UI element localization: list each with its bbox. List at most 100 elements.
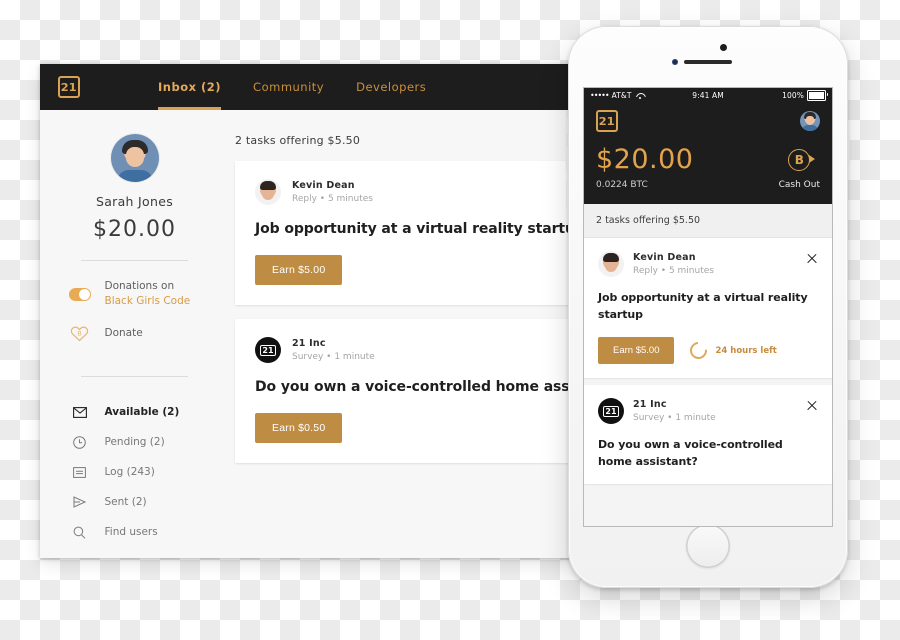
balance-row: $20.00 0.0224 BTC B Cash Out <box>596 146 820 190</box>
task-card[interactable]: Kevin Dean Reply • 5 minutes Job opportu… <box>235 161 575 305</box>
task-card[interactable]: 21 21 Inc Survey • 1 minute Do you own a… <box>235 319 575 463</box>
sidebar-item-log[interactable]: Log (243) <box>69 457 201 487</box>
task-title: Do you own a voice-controlled home assis… <box>255 379 575 395</box>
task-card-header: Kevin Dean Reply • 5 minutes <box>255 179 555 205</box>
sidebar-item-sent[interactable]: Sent (2) <box>69 487 201 517</box>
volume-down-button[interactable] <box>566 182 569 208</box>
signal-strength-icon: ••••• <box>590 90 610 100</box>
sender-meta: Survey • 1 minute <box>292 352 375 362</box>
heart-bitcoin-icon: B <box>69 325 91 342</box>
sidebar-item-pending[interactable]: Pending (2) <box>69 427 201 457</box>
balance-btc: 0.0224 BTC <box>596 180 648 190</box>
donations-label: Donations on <box>104 280 175 292</box>
earn-button[interactable]: Earn $0.50 <box>255 413 343 443</box>
kevin-dean-avatar <box>598 251 624 277</box>
expiry-timer: 24 hours left <box>687 338 777 363</box>
divider-2 <box>81 376 188 378</box>
desktop-navbar: 21 Inbox (2) Community Developers <box>40 64 575 110</box>
tab-inbox[interactable]: Inbox (2) <box>158 64 222 110</box>
timer-label: 24 hours left <box>715 345 777 356</box>
sidebar-nav: Available (2) Pending (2) Log (243) Sent… <box>69 397 201 547</box>
status-right: 100% <box>782 89 828 101</box>
bitcoin-cashout-icon: B <box>788 149 816 171</box>
feed-summary: 2 tasks offering $5.50 <box>235 134 361 147</box>
sidebar-item-label: Sent (2) <box>104 496 147 509</box>
close-icon[interactable] <box>806 400 818 412</box>
sender-meta: Reply • 5 minutes <box>292 194 373 204</box>
toggle-switch-icon[interactable] <box>68 287 91 301</box>
svg-text:B: B <box>77 330 81 338</box>
tab-developers[interactable]: Developers <box>356 64 426 110</box>
cash-out-label: Cash Out <box>778 180 820 190</box>
phone-mockup: ••••• AT&T 9:41 AM 100% 21 $20.00 0.0224… <box>566 26 850 588</box>
cash-out-button[interactable]: B Cash Out <box>779 149 820 190</box>
avatar[interactable] <box>800 111 820 131</box>
volume-up-button[interactable] <box>566 146 569 172</box>
close-icon[interactable] <box>806 253 818 265</box>
sidebar-item-available[interactable]: Available (2) <box>69 397 201 427</box>
21-logo-icon[interactable]: 21 <box>596 110 618 132</box>
clock-icon <box>69 436 91 449</box>
task-card-header: 21 21 Inc Survey • 1 minute <box>255 337 555 363</box>
21-logo-icon[interactable]: 21 <box>58 76 80 98</box>
donation-block: Donations on Black Girls Code B Donate <box>68 279 201 358</box>
sender-name: 21 Inc <box>633 399 667 411</box>
carrier-label: AT&T <box>611 90 632 100</box>
task-title: Do you own a voice-controlled home assis… <box>598 438 783 469</box>
user-balance: $20.00 <box>93 217 176 242</box>
21-inc-avatar: 21 <box>598 398 624 425</box>
charity-link[interactable]: Black Girls Code <box>105 294 191 309</box>
logo-glyph: 21 <box>60 80 78 94</box>
task-title: Job opportunity at a virtual reality sta… <box>598 291 808 322</box>
envelope-icon <box>69 406 91 418</box>
status-bar: ••••• AT&T 9:41 AM 100% <box>584 88 832 102</box>
desktop-app-window: 21 Inbox (2) Community Developers Sarah … <box>40 64 575 558</box>
phone-feed-summary: 2 tasks offering $5.50 <box>584 204 832 238</box>
phone-header-row: 21 <box>596 110 820 132</box>
kevin-dean-avatar <box>255 179 281 205</box>
desktop-task-feed: 2 tasks offering $5.50 Kevin Dean Reply … <box>229 110 575 558</box>
task-card-header: Kevin Dean Reply • 5 minutes <box>598 251 818 277</box>
desktop-tabs: Inbox (2) Community Developers <box>158 64 426 110</box>
avatar[interactable] <box>110 134 159 182</box>
sender-name: Kevin Dean <box>633 252 696 263</box>
sidebar-item-label: Available (2) <box>104 406 180 419</box>
sender-block: Kevin Dean Reply • 5 minutes <box>292 180 373 204</box>
task-card-header: 21 21 Inc Survey • 1 minute <box>598 398 818 425</box>
sender-meta: Reply • 5 minutes <box>633 266 714 276</box>
power-button[interactable] <box>847 136 850 166</box>
sender-block: 21 Inc Survey • 1 minute <box>633 399 716 423</box>
proximity-sensor <box>720 44 727 51</box>
earn-button[interactable]: Earn $5.00 <box>598 337 675 365</box>
sidebar: Sarah Jones $20.00 Donations on Black Gi… <box>40 110 229 558</box>
send-icon <box>69 496 91 509</box>
tab-community[interactable]: Community <box>253 64 324 110</box>
sender-block: 21 Inc Survey • 1 minute <box>292 338 375 362</box>
earn-button[interactable]: Earn $5.00 <box>255 255 343 285</box>
battery-icon <box>807 89 828 101</box>
earpiece-speaker <box>684 60 732 64</box>
donate-label: Donate <box>104 327 143 340</box>
sidebar-item-label: Log (243) <box>104 466 155 479</box>
mute-switch[interactable] <box>566 118 569 134</box>
donations-row[interactable]: Donations on Black Girls Code <box>68 279 201 309</box>
phone-header: 21 $20.00 0.0224 BTC B Cash Out <box>584 102 832 204</box>
home-button[interactable] <box>686 524 730 568</box>
task-card[interactable]: 21 21 Inc Survey • 1 minute Do you own a… <box>584 385 832 485</box>
balance-block: $20.00 0.0224 BTC <box>596 146 693 190</box>
21-inc-avatar: 21 <box>255 337 281 363</box>
clock-label: 9:41 AM <box>692 90 724 100</box>
sender-name: Kevin Dean <box>292 180 355 191</box>
sidebar-item-find-users[interactable]: Find users <box>69 517 201 547</box>
sender-name: 21 Inc <box>292 338 326 349</box>
task-card[interactable]: Kevin Dean Reply • 5 minutes Job opportu… <box>584 238 832 379</box>
divider-1 <box>81 260 188 261</box>
balance-amount: $20.00 <box>596 144 694 175</box>
logo-glyph: 21 <box>598 114 616 128</box>
donate-row[interactable]: B Donate <box>69 325 201 342</box>
sidebar-item-label: Pending (2) <box>104 436 165 449</box>
sender-meta: Survey • 1 minute <box>633 413 716 424</box>
list-icon <box>69 467 91 478</box>
battery-percent: 100% <box>782 90 804 100</box>
task-card-footer: Earn $5.00 24 hours left <box>598 337 818 365</box>
